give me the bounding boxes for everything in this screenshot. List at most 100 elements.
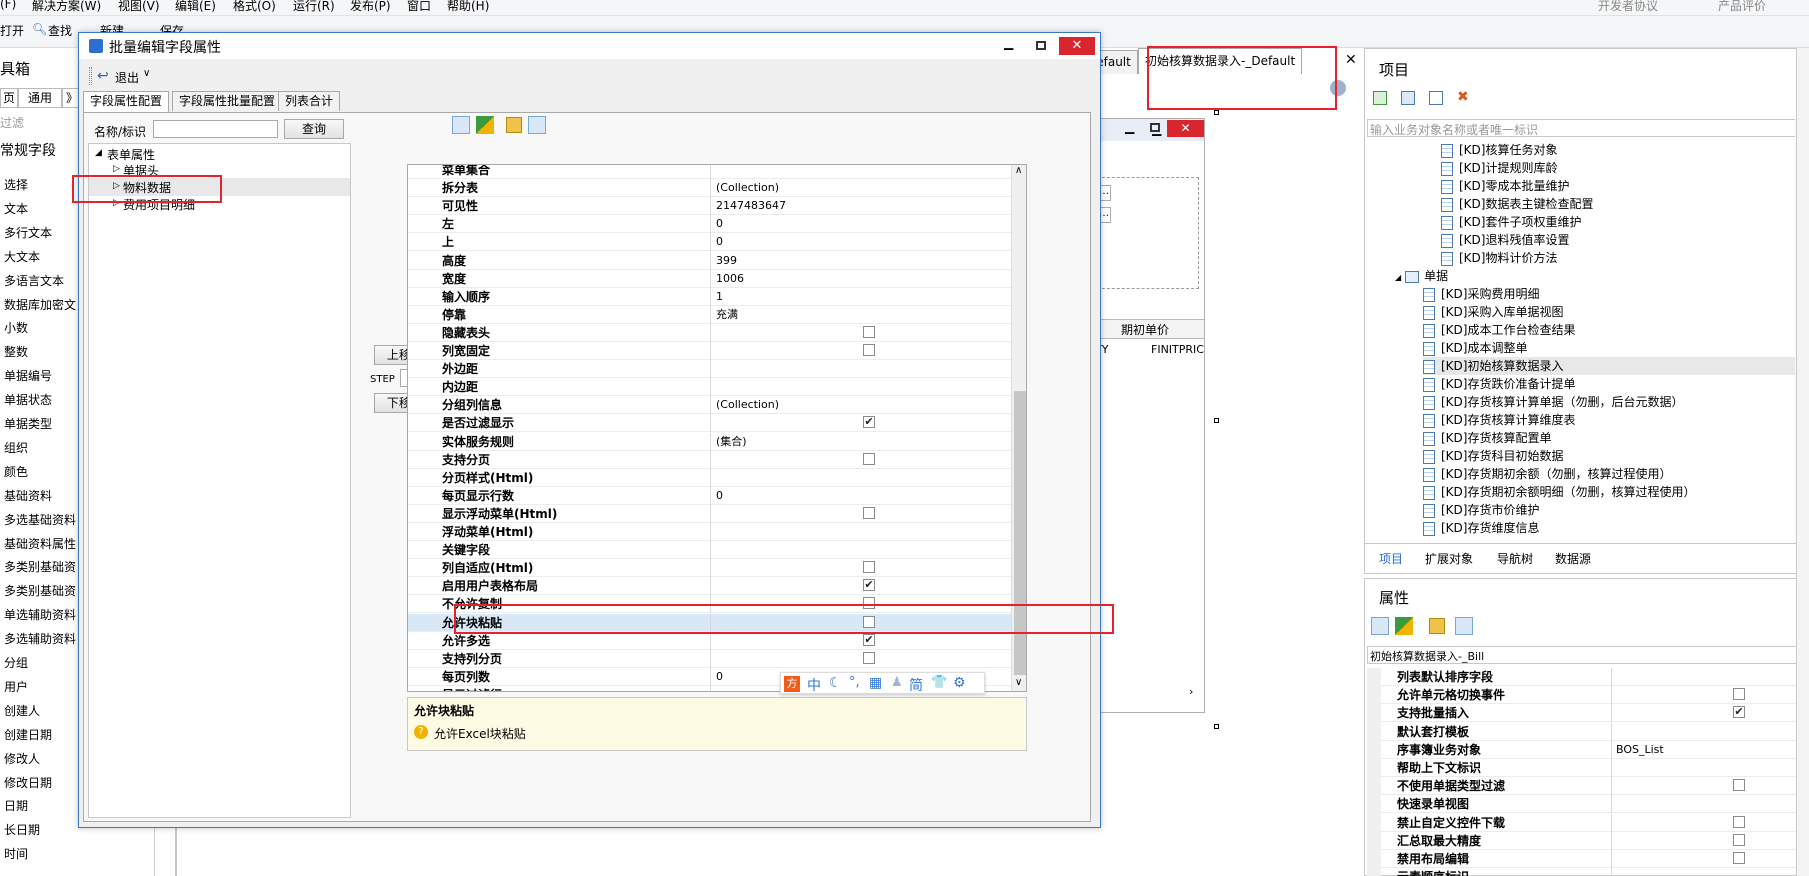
menu-publish[interactable]: 发布(P) [350,0,391,14]
property-value[interactable]: 1006 [712,270,1011,288]
toolbox-item[interactable]: 多类别基础资 [4,558,76,575]
props-row[interactable]: 默认套打模板 [1381,722,1797,741]
project-tree-item[interactable]: [KD]存货核算配置单 [1423,429,1807,447]
property-row[interactable]: 外边距 [408,360,1011,379]
property-row[interactable]: 输入顺序 1 [408,287,1011,306]
ime-simplified[interactable]: 简 [909,675,923,695]
props-row[interactable]: 序事簿业务对象 BOS_List [1381,740,1797,759]
tab-list-total[interactable]: 列表合计 [278,91,341,111]
project-tree-item[interactable]: [KD]采购入库单据视图 [1423,303,1807,321]
tab-batch-config[interactable]: 字段属性批量配置 [172,91,283,111]
property-row[interactable]: 支持分页 [408,450,1011,469]
scroll-down-icon[interactable]: ∨ [1015,677,1022,688]
props-row-value[interactable] [1611,668,1797,686]
props-row-value[interactable] [1611,759,1797,777]
property-value[interactable]: 0 [712,215,1011,233]
property-value[interactable] [712,378,1011,396]
toolbox-item[interactable]: 颜色 [4,463,28,480]
project-tree-item[interactable]: [KD]物料计价方法 [1441,249,1807,267]
tree-collapse-icon[interactable]: ◢ [95,148,102,158]
menu-format[interactable]: 格式(O) [233,0,276,14]
toolbox-item[interactable]: 组织 [4,439,28,456]
props-object-select[interactable]: 初始核算数据录入-_Bill [1367,646,1797,664]
toolbox-filter[interactable]: 过滤 [0,114,24,131]
project-tree-item[interactable]: [KD]退料残值率设置 [1441,231,1807,249]
property-row[interactable]: 列自适应(Html) [408,559,1011,578]
toolbox-item[interactable]: 多类别基础资 [4,582,76,599]
property-value[interactable] [712,505,1011,523]
project-tree-item[interactable]: [KD]存货科目初始数据 [1423,447,1807,465]
toolbox-item[interactable]: 多选基础资料 [4,511,76,528]
property-row[interactable]: 实体服务规则 (集合) [408,432,1011,451]
search-icon[interactable]: 🔍︎ [32,22,47,36]
props-row-value[interactable] [1611,722,1797,741]
project-tree-item[interactable]: [KD]采购费用明细 [1423,285,1807,303]
toolbox-item[interactable]: 选择 [4,176,28,193]
scroll-up-icon[interactable]: ∧ [1015,165,1022,176]
property-row[interactable]: 菜单集合 [408,165,1011,179]
exit-dropdown-icon[interactable]: ∨ [143,68,150,79]
props-checkbox[interactable] [1733,852,1745,864]
props-row[interactable]: 快速录单视图 [1381,795,1797,814]
props-row[interactable]: 禁用布局编辑 [1381,850,1797,868]
paste-icon[interactable] [1429,91,1443,105]
props-row-value[interactable] [1611,850,1797,868]
search-input[interactable] [153,120,278,138]
toolbox-item[interactable]: 多语言文本 [4,272,64,289]
project-tree-item[interactable]: [KD]成本工作台检查结果 [1423,321,1807,339]
project-folder-bill[interactable]: ◢ 单据 [1395,267,1807,285]
property-value[interactable]: 充满 [712,306,1011,324]
selection-handle-1[interactable] [1214,110,1219,115]
ime-logo[interactable]: 方 [784,676,800,692]
property-value[interactable] [712,342,1011,360]
project-tab-extension[interactable]: 扩展对象 [1425,550,1473,567]
property-row[interactable]: 显示浮动菜单(Html) [408,504,1011,523]
toolbox-item[interactable]: 时间 [4,845,28,862]
property-row[interactable]: 停靠 充满 [408,305,1011,324]
props-row[interactable]: 元素顺序标识 [1381,868,1797,876]
ime-keyboard-icon[interactable]: ▦ [869,675,882,691]
property-value[interactable] [712,414,1011,432]
categorized-icon[interactable] [452,116,470,134]
property-row[interactable]: 拆分表 (Collection) [408,179,1011,198]
props-checkbox[interactable] [1733,779,1745,792]
toolbox-item[interactable]: 单选辅助资料 [4,606,76,623]
project-tree-item[interactable]: [KD]存货期初余额（勿删，核算过程使用） [1423,465,1807,483]
property-row[interactable]: 允许多选 ✔ [408,631,1011,650]
props-row[interactable]: 列表默认排序字段 [1381,668,1797,686]
property-row[interactable]: 高度 399 [408,251,1011,270]
property-row[interactable]: 支持列分页 [408,649,1011,668]
project-tree-item[interactable]: [KD]存货核算计算维度表 [1423,411,1807,429]
toolbox-item[interactable]: 整数 [4,343,28,360]
property-value[interactable]: 1 [712,288,1011,306]
developer-agreement-link[interactable]: 开发者协议 [1598,0,1658,14]
property-row[interactable]: 可见性 2147483647 [408,197,1011,216]
toolbox-item[interactable]: 小数 [4,319,28,336]
property-value[interactable] [712,541,1011,559]
open-button[interactable]: 打开 [0,22,24,39]
property-row[interactable]: 隐藏表头 [408,323,1011,342]
project-search-input[interactable]: 输入业务对象名称或者唯一标识 [1367,119,1797,137]
props-row-value[interactable] [1611,777,1797,796]
property-value[interactable] [712,451,1011,469]
dialog-close-button[interactable]: ✕ [1059,37,1095,55]
props-row-value[interactable] [1611,704,1797,723]
props-row[interactable]: 帮助上下文标识 [1381,759,1797,777]
menu-window[interactable]: 窗口 [407,0,431,14]
project-tree-item[interactable]: [KD]零成本批量维护 [1441,177,1807,195]
property-value[interactable] [712,559,1011,577]
inner-scroll-right-icon[interactable]: › [1189,685,1193,698]
props-row-value[interactable] [1611,795,1797,814]
props-checkbox[interactable] [1733,688,1745,701]
property-checkbox[interactable] [863,325,875,338]
project-tree-item[interactable]: [KD]计提规则库龄 [1441,159,1807,177]
property-value[interactable]: 0 [712,487,1011,505]
props-pages-icon[interactable] [1455,617,1473,635]
property-pages-icon[interactable] [528,116,546,134]
property-checkbox[interactable]: ✔ [863,416,875,429]
project-tree-item[interactable]: [KD]成本调整单 [1423,339,1807,357]
ime-moon-icon[interactable]: ☾ [829,675,842,691]
property-value[interactable] [712,632,1011,650]
exit-button[interactable]: 退出 [115,69,139,86]
inner-close-red[interactable]: ✕ [1167,120,1204,137]
